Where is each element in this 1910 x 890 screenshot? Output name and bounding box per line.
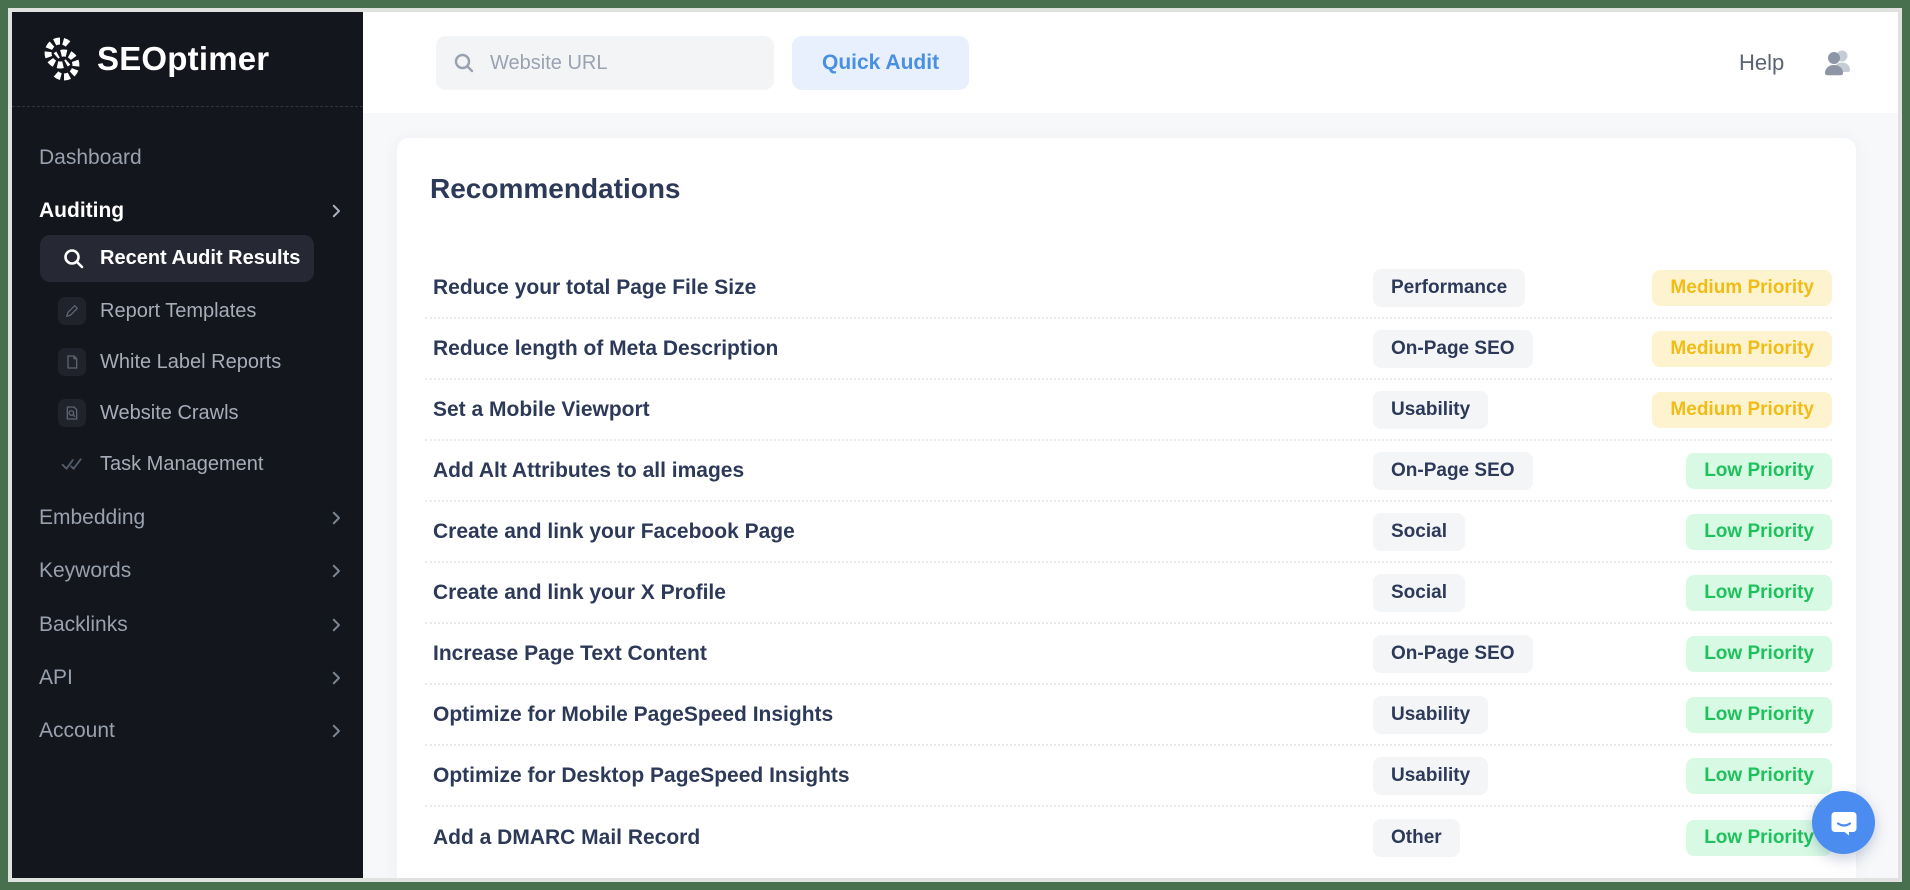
recommendation-title: Create and link your Facebook Page	[425, 520, 1373, 544]
category-tag: Usability	[1373, 757, 1488, 795]
recommendation-row[interactable]: Increase Page Text Content On-Page SEO L…	[425, 624, 1832, 685]
chevron-right-icon	[327, 669, 345, 687]
recommendation-row[interactable]: Optimize for Desktop PageSpeed Insights …	[425, 746, 1832, 807]
priority-badge: Medium Priority	[1652, 392, 1832, 428]
recommendations-table: Reduce your total Page File Size Perform…	[425, 258, 1832, 868]
category-tag: Performance	[1373, 269, 1525, 307]
search-icon	[452, 51, 476, 75]
chat-bubble-icon	[1828, 807, 1860, 839]
recommendation-title: Optimize for Mobile PageSpeed Insights	[425, 703, 1373, 727]
sidebar-item-backlinks[interactable]: Backlinks	[39, 607, 345, 643]
priority-badge: Low Priority	[1686, 575, 1832, 611]
quick-audit-button[interactable]: Quick Audit	[792, 36, 969, 90]
sidebar-item-label: Report Templates	[100, 300, 256, 323]
sidebar-item-label: Dashboard	[39, 146, 142, 170]
category-tag: Social	[1373, 513, 1465, 551]
sidebar-item-account[interactable]: Account	[39, 713, 345, 749]
chevron-right-icon	[327, 722, 345, 740]
chevron-right-icon	[327, 562, 345, 580]
recommendation-row[interactable]: Set a Mobile Viewport Usability Medium P…	[425, 380, 1832, 441]
sidebar-item-embedding[interactable]: Embedding	[39, 500, 345, 536]
sidebar-item-label: Backlinks	[39, 613, 128, 637]
priority-badge: Low Priority	[1686, 820, 1832, 856]
sidebar-item-label: Account	[39, 719, 115, 743]
sidebar-item-report-templates[interactable]: Report Templates	[58, 293, 345, 329]
website-url-input[interactable]	[488, 51, 758, 76]
main-content: Recommendations Reduce your total Page F…	[363, 113, 1898, 878]
double-check-icon	[58, 450, 86, 478]
category-tag: Usability	[1373, 696, 1488, 734]
recommendation-title: Create and link your X Profile	[425, 581, 1373, 605]
priority-badge: Low Priority	[1686, 636, 1832, 672]
sidebar-item-website-crawls[interactable]: Website Crawls	[58, 395, 345, 431]
chevron-right-icon	[327, 202, 345, 220]
recommendation-row[interactable]: Add a DMARC Mail Record Other Low Priori…	[425, 807, 1832, 868]
document-search-icon	[58, 399, 86, 427]
recommendation-title: Reduce your total Page File Size	[425, 276, 1373, 300]
priority-badge: Medium Priority	[1652, 270, 1832, 306]
page-title: Recommendations	[430, 173, 1856, 205]
document-icon	[58, 348, 86, 376]
sidebar-item-label: Auditing	[39, 199, 124, 223]
sidebar-item-label: Recent Audit Results	[100, 247, 300, 270]
brand-name: SEOptimer	[97, 40, 269, 78]
recommendation-title: Optimize for Desktop PageSpeed Insights	[425, 764, 1373, 788]
sidebar: SEOptimer Dashboard Auditing Recent Audi…	[12, 12, 363, 878]
sidebar-item-keywords[interactable]: Keywords	[39, 553, 345, 589]
recommendation-row[interactable]: Create and link your Facebook Page Socia…	[425, 502, 1832, 563]
sidebar-header: SEOptimer	[12, 12, 363, 107]
priority-badge: Medium Priority	[1652, 331, 1832, 367]
sidebar-item-label: White Label Reports	[100, 351, 281, 374]
brand-logo[interactable]: SEOptimer	[39, 35, 269, 83]
chevron-right-icon	[327, 509, 345, 527]
priority-badge: Low Priority	[1686, 758, 1832, 794]
sidebar-item-auditing[interactable]: Auditing	[39, 193, 345, 229]
sidebar-item-label: Keywords	[39, 559, 131, 583]
pencil-icon	[58, 297, 86, 325]
recommendation-row[interactable]: Create and link your X Profile Social Lo…	[425, 563, 1832, 624]
recommendations-card: Recommendations Reduce your total Page F…	[397, 138, 1856, 878]
category-tag: Social	[1373, 574, 1465, 612]
recommendation-title: Set a Mobile Viewport	[425, 398, 1373, 422]
website-url-searchbox[interactable]	[436, 36, 774, 90]
category-tag: On-Page SEO	[1373, 452, 1533, 490]
category-tag: Usability	[1373, 391, 1488, 429]
sidebar-item-recent-audit-results[interactable]: Recent Audit Results	[40, 235, 314, 282]
recommendation-row[interactable]: Optimize for Mobile PageSpeed Insights U…	[425, 685, 1832, 746]
sidebar-item-dashboard[interactable]: Dashboard	[39, 140, 345, 176]
users-icon[interactable]	[1821, 46, 1855, 83]
top-bar: Quick Audit Help	[363, 12, 1898, 113]
recommendation-title: Add a DMARC Mail Record	[425, 826, 1373, 850]
category-tag: Other	[1373, 819, 1460, 857]
magnifier-icon	[62, 247, 86, 271]
recommendation-title: Reduce length of Meta Description	[425, 337, 1373, 361]
app-window: SEOptimer Dashboard Auditing Recent Audi…	[12, 12, 1898, 878]
chat-launcher-button[interactable]	[1812, 791, 1875, 854]
sidebar-item-label: Task Management	[100, 453, 263, 476]
recommendation-title: Add Alt Attributes to all images	[425, 459, 1373, 483]
sidebar-item-label: Embedding	[39, 506, 145, 530]
priority-badge: Low Priority	[1686, 514, 1832, 550]
chevron-right-icon	[327, 616, 345, 634]
sidebar-item-white-label-reports[interactable]: White Label Reports	[58, 344, 345, 380]
sidebar-item-label: API	[39, 666, 73, 690]
sidebar-item-task-management[interactable]: Task Management	[58, 446, 345, 482]
category-tag: On-Page SEO	[1373, 330, 1533, 368]
recommendation-title: Increase Page Text Content	[425, 642, 1373, 666]
priority-badge: Low Priority	[1686, 697, 1832, 733]
sidebar-item-label: Website Crawls	[100, 402, 239, 425]
recommendation-row[interactable]: Reduce your total Page File Size Perform…	[425, 258, 1832, 319]
recommendation-row[interactable]: Add Alt Attributes to all images On-Page…	[425, 441, 1832, 502]
sidebar-item-api[interactable]: API	[39, 660, 345, 696]
seoptimer-gear-icon	[39, 35, 85, 83]
help-link[interactable]: Help	[1739, 12, 1784, 113]
recommendation-row[interactable]: Reduce length of Meta Description On-Pag…	[425, 319, 1832, 380]
category-tag: On-Page SEO	[1373, 635, 1533, 673]
priority-badge: Low Priority	[1686, 453, 1832, 489]
